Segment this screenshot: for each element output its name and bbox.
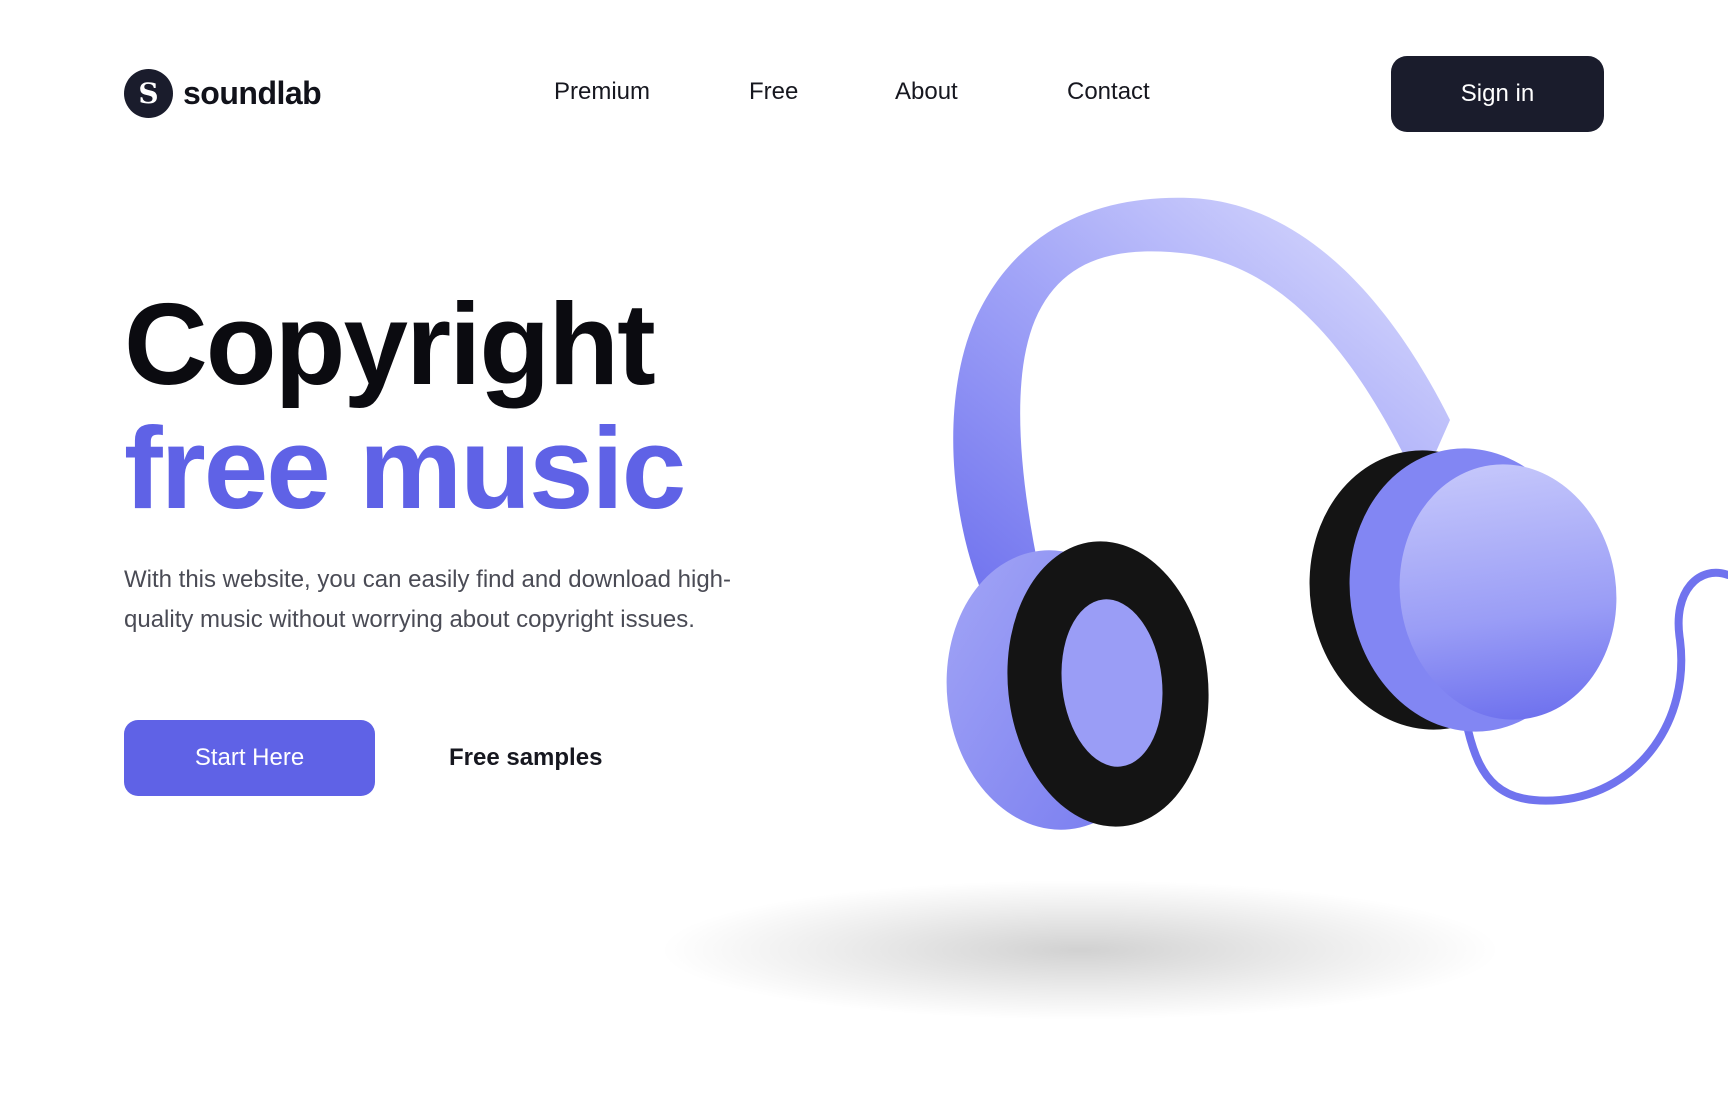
right-earpad bbox=[1309, 450, 1547, 730]
right-earcup-side bbox=[1349, 448, 1591, 732]
nav-item-premium[interactable]: Premium bbox=[554, 78, 650, 106]
nav-item-contact[interactable]: Contact bbox=[1067, 78, 1150, 106]
logo-mark-icon: S bbox=[124, 69, 173, 118]
headphones-band bbox=[953, 197, 1450, 600]
hero-title-line1: Copyright bbox=[124, 279, 656, 409]
hero-description: With this website, you can easily find a… bbox=[124, 566, 732, 633]
brand-logo[interactable]: S soundlab bbox=[124, 69, 322, 118]
brand-name: soundlab bbox=[183, 75, 322, 111]
landing-page: S soundlab Premium Free About Contact Si… bbox=[0, 0, 1728, 1117]
nav-item-about[interactable]: About bbox=[895, 78, 958, 106]
nav-item-free[interactable]: Free bbox=[749, 78, 798, 106]
headphones-shadow bbox=[660, 880, 1500, 1020]
hero-title-line2: free music bbox=[124, 403, 686, 533]
sign-in-button[interactable]: Sign in bbox=[1391, 56, 1604, 132]
free-samples-link[interactable]: Free samples bbox=[449, 744, 602, 772]
hero-title: Copyright free music bbox=[124, 279, 686, 533]
left-earcup-side bbox=[946, 550, 1164, 830]
headphones-cable bbox=[1464, 568, 1728, 805]
headphones-illustration bbox=[660, 197, 1728, 1020]
start-here-button[interactable]: Start Here bbox=[124, 720, 375, 796]
right-earcup-face bbox=[1399, 464, 1617, 720]
left-earpad bbox=[1007, 541, 1209, 827]
left-earpad-inner bbox=[1061, 599, 1163, 767]
